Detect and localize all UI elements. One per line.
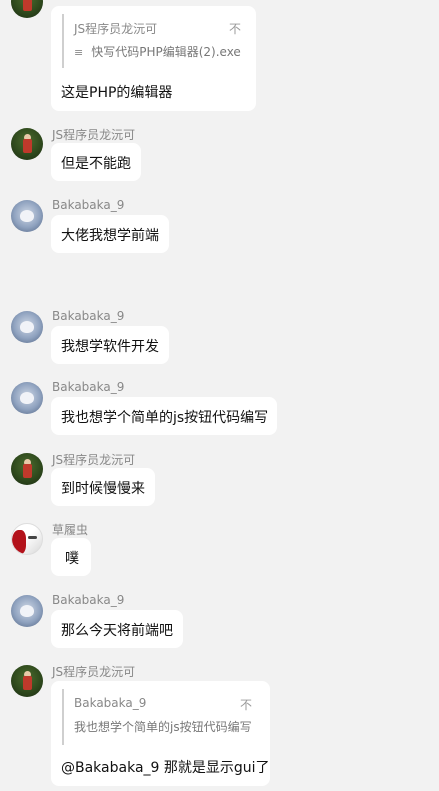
message-text: 噗	[65, 551, 79, 567]
quote-file[interactable]: ≡ 快写代码PHP编辑器(2).exe	[74, 43, 241, 60]
message-text: 这是PHP的编辑器	[61, 85, 173, 101]
message-text: 但是不能跑	[61, 156, 131, 172]
quote-close-icon[interactable]: 不	[240, 696, 252, 713]
avatar[interactable]	[11, 382, 43, 414]
message-text: 大佬我想学前端	[61, 228, 159, 244]
message-bubble[interactable]: 我也想学个简单的js按钮代码编写	[51, 397, 277, 435]
sender-name: JS程序员龙沅可	[52, 665, 136, 679]
sender-name: JS程序员龙沅可	[52, 453, 136, 467]
avatar[interactable]	[11, 200, 43, 232]
avatar[interactable]	[11, 595, 43, 627]
sender-name: Bakabaka_9	[52, 380, 125, 394]
message-bubble[interactable]: 到时候慢慢来	[51, 468, 155, 506]
message-text: 我也想学个简单的js按钮代码编写	[61, 410, 269, 426]
quote-sender: JS程序员龙沅可	[74, 22, 158, 36]
quoted-message[interactable]: Bakabaka_9 不 我也想学个简单的js按钮代码编写	[62, 689, 260, 745]
message-bubble[interactable]: Bakabaka_9 不 我也想学个简单的js按钮代码编写 @Bakabaka_…	[51, 681, 270, 786]
file-name: 快写代码PHP编辑器(2).exe	[91, 45, 241, 59]
sender-name: Bakabaka_9	[52, 309, 125, 323]
message-bubble[interactable]: 噗	[51, 538, 91, 576]
message-text: 那么今天将前端吧	[61, 623, 173, 639]
avatar[interactable]	[11, 0, 43, 18]
file-icon: ≡	[74, 46, 84, 59]
avatar[interactable]	[11, 128, 43, 160]
message-bubble[interactable]: 我想学软件开发	[51, 326, 169, 364]
message-text: 我想学软件开发	[61, 339, 159, 355]
message-text: 到时候慢慢来	[61, 481, 145, 497]
message-bubble[interactable]: 但是不能跑	[51, 143, 141, 181]
sender-name: JS程序员龙沅可	[52, 128, 136, 142]
avatar[interactable]	[11, 453, 43, 485]
message-bubble[interactable]: 大佬我想学前端	[51, 215, 169, 253]
sender-name: Bakabaka_9	[52, 593, 125, 607]
sender-name: 草履虫	[52, 523, 89, 537]
quote-text: 我也想学个简单的js按钮代码编写	[74, 720, 252, 734]
sender-name: Bakabaka_9	[52, 198, 125, 212]
message-bubble[interactable]: JS程序员龙沅可 不 ≡ 快写代码PHP编辑器(2).exe 这是PHP的编辑器	[51, 6, 256, 111]
quote-close-icon[interactable]: 不	[229, 20, 241, 37]
quoted-message[interactable]: JS程序员龙沅可 不 ≡ 快写代码PHP编辑器(2).exe	[62, 14, 249, 68]
avatar[interactable]	[11, 665, 43, 697]
quote-sender: Bakabaka_9	[74, 696, 147, 710]
message-bubble[interactable]: 那么今天将前端吧	[51, 610, 183, 648]
avatar[interactable]	[11, 311, 43, 343]
message-text: @Bakabaka_9 那就是显示gui了	[61, 760, 270, 776]
avatar[interactable]	[11, 523, 43, 555]
